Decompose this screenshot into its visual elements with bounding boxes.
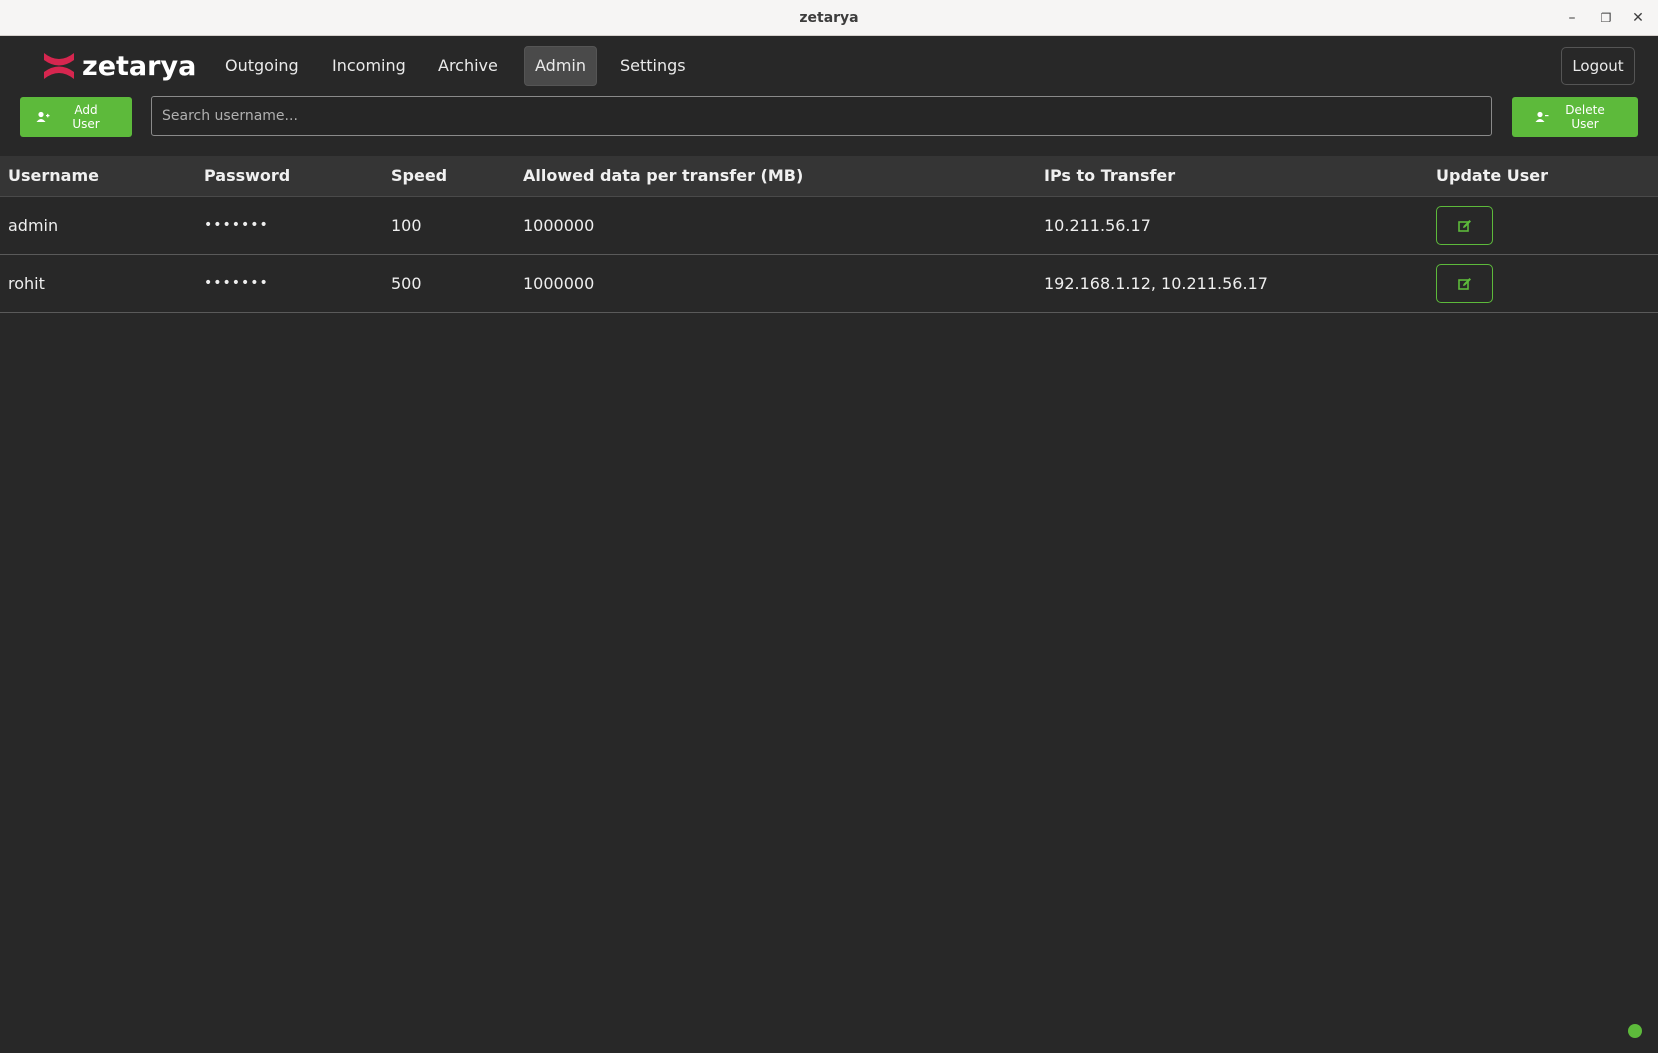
add-user-label-line2: User <box>72 117 100 131</box>
column-header-password[interactable]: Password <box>204 156 290 196</box>
user-plus-icon <box>36 111 50 123</box>
delete-user-label-line2: User <box>1571 117 1599 131</box>
cell-allowed-data: 1000000 <box>523 274 595 293</box>
brand-name: zetarya <box>82 50 197 82</box>
minimize-icon[interactable]: – <box>1558 0 1586 36</box>
cell-ips: 10.211.56.17 <box>1044 216 1151 235</box>
nav-archive[interactable]: Archive <box>428 46 508 86</box>
cell-password: ••••••• <box>204 275 269 291</box>
edit-icon <box>1457 277 1471 290</box>
cell-password: ••••••• <box>204 217 269 233</box>
table-row[interactable]: rohit ••••••• 500 1000000 192.168.1.12, … <box>0 255 1658 313</box>
close-icon[interactable]: ✕ <box>1624 0 1652 36</box>
add-user-label-line1: Add <box>74 103 98 117</box>
logout-button[interactable]: Logout <box>1561 47 1635 85</box>
delete-user-label-line1: Delete <box>1565 103 1605 117</box>
search-input[interactable] <box>151 96 1492 136</box>
table-row[interactable]: admin ••••••• 100 1000000 10.211.56.17 <box>0 197 1658 255</box>
column-header-update-user: Update User <box>1436 166 1549 185</box>
edit-user-button[interactable] <box>1436 264 1493 303</box>
cell-speed: 100 <box>391 216 422 235</box>
zetarya-logo-icon <box>44 53 74 79</box>
window-title: zetarya <box>799 10 859 26</box>
column-header-speed[interactable]: Speed <box>391 156 447 196</box>
column-header-username[interactable]: Username <box>8 156 99 196</box>
restore-icon[interactable]: ❐ <box>1592 0 1620 36</box>
edit-icon <box>1457 219 1471 232</box>
add-user-label: Add User <box>56 103 116 131</box>
users-table: Username Password Speed Allowed data per… <box>0 156 1658 313</box>
cell-allowed-data: 1000000 <box>523 216 595 235</box>
nav-admin[interactable]: Admin <box>524 46 597 86</box>
edit-user-button[interactable] <box>1436 206 1493 245</box>
add-user-button[interactable]: Add User <box>20 97 132 137</box>
app-main: zetarya Outgoing Incoming Archive Admin … <box>0 36 1658 1053</box>
cell-ips: 192.168.1.12, 10.211.56.17 <box>1044 274 1268 293</box>
column-header-ips[interactable]: IPs to Transfer <box>1044 156 1175 196</box>
delete-user-button[interactable]: Delete User <box>1512 97 1638 137</box>
column-header-allowed-data[interactable]: Allowed data per transfer (MB) <box>523 156 803 196</box>
cell-username: admin <box>8 216 59 235</box>
nav-incoming[interactable]: Incoming <box>322 46 416 86</box>
cell-username: rohit <box>8 274 45 293</box>
connection-status-indicator <box>1628 1024 1642 1038</box>
delete-user-label: Delete User <box>1555 103 1615 131</box>
brand-logo[interactable]: zetarya <box>42 50 196 82</box>
window-titlebar: zetarya – ❐ ✕ <box>0 0 1658 36</box>
user-minus-icon <box>1535 111 1549 123</box>
table-header: Username Password Speed Allowed data per… <box>0 156 1658 197</box>
nav-settings[interactable]: Settings <box>610 46 696 86</box>
cell-speed: 500 <box>391 274 422 293</box>
nav-outgoing[interactable]: Outgoing <box>215 46 309 86</box>
